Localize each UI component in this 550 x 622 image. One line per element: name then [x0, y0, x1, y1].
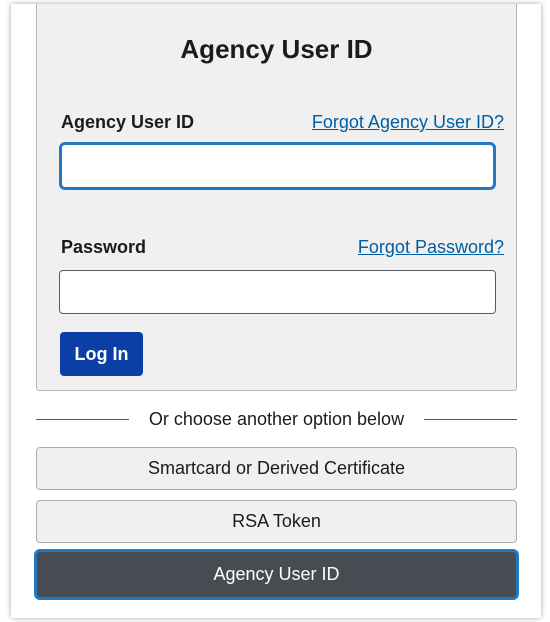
login-panel: Agency User ID Agency User ID Forgot Age… [11, 4, 541, 618]
rsa-token-option-button[interactable]: RSA Token [36, 500, 517, 543]
divider-text: Or choose another option below [148, 409, 405, 429]
forgot-user-id-link[interactable]: Forgot Agency User ID? [312, 112, 504, 133]
user-id-label: Agency User ID [61, 112, 195, 132]
card-title: Agency User ID [180, 34, 373, 64]
forgot-password-link[interactable]: Forgot Password? [358, 237, 504, 258]
log-in-button[interactable]: Log In [60, 332, 143, 376]
password-input[interactable] [59, 270, 496, 314]
smartcard-option-button[interactable]: Smartcard or Derived Certificate [36, 447, 517, 490]
agency-user-id-option-button[interactable]: Agency User ID [34, 549, 519, 600]
login-card: Agency User ID Agency User ID Forgot Age… [36, 4, 517, 391]
user-id-input[interactable] [59, 142, 496, 190]
password-label: Password [61, 237, 147, 257]
options-divider: Or choose another option below [36, 408, 517, 430]
